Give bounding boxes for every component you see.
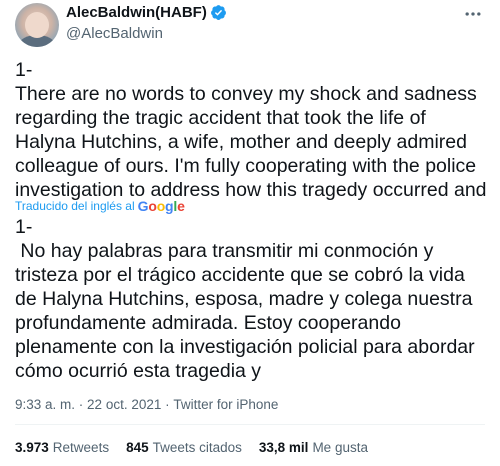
quotes-count: 845 bbox=[126, 440, 149, 455]
likes-count: 33,8 mil bbox=[258, 440, 309, 455]
tweet-time[interactable]: 9:33 a. m. bbox=[15, 397, 75, 412]
tweet-meta: 9:33 a. m. · 22 oct. 2021 · Twitter for … bbox=[15, 397, 278, 412]
name-row: AlecBaldwin(HABF) bbox=[66, 4, 227, 21]
avatar-face bbox=[25, 12, 49, 38]
translated-label: Traducido del inglés al bbox=[15, 199, 135, 213]
quotes-label: Tweets citados bbox=[152, 440, 242, 455]
handle[interactable]: @AlecBaldwin bbox=[66, 25, 163, 42]
meta-separator-2: · bbox=[161, 397, 174, 412]
likes-stat[interactable]: 33,8 mil Me gusta bbox=[259, 440, 368, 455]
retweets-count: 3.973 bbox=[15, 440, 49, 455]
tweet-date[interactable]: 22 oct. 2021 bbox=[87, 397, 161, 412]
divider bbox=[15, 424, 485, 425]
avatar[interactable] bbox=[15, 3, 59, 47]
display-name[interactable]: AlecBaldwin(HABF) bbox=[66, 4, 207, 21]
tweet-stats: 3.973 Retweets 845 Tweets citados 33,8 mil… bbox=[15, 440, 385, 455]
quotes-stat[interactable]: 845 Tweets citados bbox=[126, 440, 242, 455]
retweets-label: Retweets bbox=[52, 440, 110, 455]
more-options-icon[interactable] bbox=[458, 4, 488, 24]
google-logo: Google bbox=[137, 198, 185, 214]
tweet-translation: 1- No hay palabras para transmitir mi co… bbox=[15, 216, 475, 382]
likes-label: Me gusta bbox=[312, 440, 368, 455]
verified-badge-icon bbox=[210, 5, 226, 20]
tweet-source[interactable]: Twitter for iPhone bbox=[173, 397, 278, 412]
translated-by[interactable]: Traducido del inglés al Google bbox=[15, 198, 185, 214]
meta-separator: · bbox=[75, 397, 88, 412]
more-dots-icon bbox=[465, 12, 481, 16]
tweet-text: 1- There are no words to convey my shock… bbox=[15, 59, 487, 201]
retweets-stat[interactable]: 3.973 Retweets bbox=[15, 440, 109, 455]
tweet-header: AlecBaldwin(HABF) @AlecBaldwin bbox=[0, 0, 500, 56]
